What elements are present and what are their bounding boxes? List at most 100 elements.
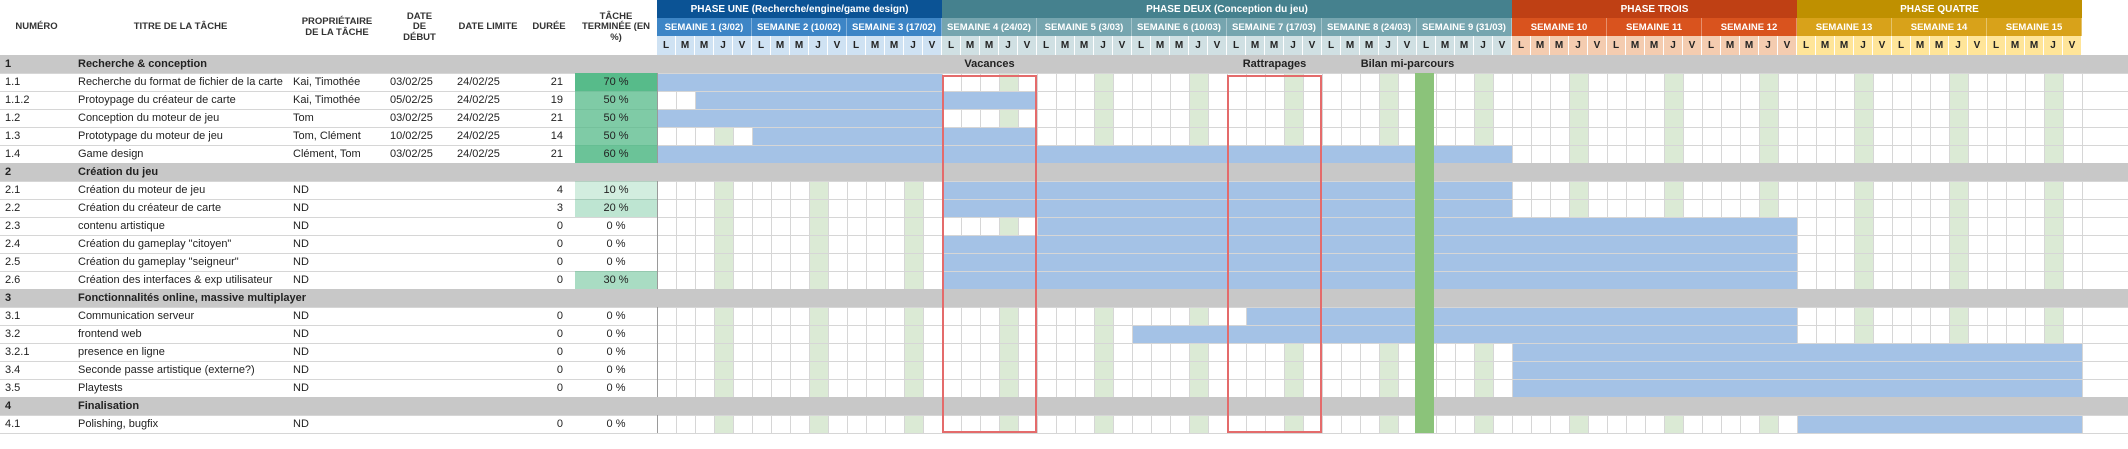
cell-duration[interactable]: 3: [523, 199, 575, 217]
cell-end[interactable]: [453, 379, 523, 397]
cell-title[interactable]: Protoypage du créateur de carte: [73, 91, 288, 109]
cell-duration[interactable]: 0: [523, 253, 575, 271]
header-limite[interactable]: DATE LIMITE: [453, 0, 523, 55]
week-header[interactable]: SEMAINE 3 (17/02): [847, 18, 942, 36]
cell-title[interactable]: Playtests: [73, 379, 288, 397]
cell-end[interactable]: [453, 181, 523, 199]
week-header[interactable]: SEMAINE 6 (10/03): [1132, 18, 1227, 36]
cell-pct[interactable]: 0 %: [575, 325, 657, 343]
cell-pct[interactable]: 50 %: [575, 91, 657, 109]
header-terminee[interactable]: TÂCHE TERMINÉE (EN %): [575, 0, 657, 55]
cell-duration[interactable]: 0: [523, 217, 575, 235]
task-bar[interactable]: [1513, 344, 2082, 361]
cell-title[interactable]: Création des interfaces & exp utilisateu…: [73, 271, 288, 289]
cell-title[interactable]: presence en ligne: [73, 343, 288, 361]
cell-start[interactable]: 05/02/25: [386, 91, 453, 109]
week-header[interactable]: SEMAINE 11: [1607, 18, 1702, 36]
cell-end[interactable]: 24/02/25: [453, 73, 523, 91]
cell-end[interactable]: [453, 271, 523, 289]
cell-end[interactable]: 24/02/25: [453, 109, 523, 127]
cell-owner[interactable]: ND: [288, 181, 386, 199]
cell-pct[interactable]: 0 %: [575, 235, 657, 253]
cell-start[interactable]: [386, 343, 453, 361]
cell-pct[interactable]: 0 %: [575, 361, 657, 379]
cell-title[interactable]: contenu artistique: [73, 217, 288, 235]
header-titre[interactable]: TITRE DE LA TÂCHE: [73, 0, 288, 55]
cell-start[interactable]: [386, 217, 453, 235]
cell-start[interactable]: [386, 181, 453, 199]
cell-duration[interactable]: 0: [523, 307, 575, 325]
task-bar[interactable]: [1513, 362, 2082, 379]
cell-owner[interactable]: ND: [288, 199, 386, 217]
cell-owner[interactable]: ND: [288, 379, 386, 397]
cell-owner[interactable]: Kai, Timothée: [288, 91, 386, 109]
week-header[interactable]: SEMAINE 2 (10/02): [752, 18, 847, 36]
cell-title[interactable]: frontend web: [73, 325, 288, 343]
section-title[interactable]: Finalisation: [73, 397, 657, 415]
cell-owner[interactable]: ND: [288, 235, 386, 253]
cell-title[interactable]: Seconde passe artistique (externe?): [73, 361, 288, 379]
cell-num[interactable]: 1.3: [0, 127, 73, 145]
cell-end[interactable]: 24/02/25: [453, 91, 523, 109]
cell-num[interactable]: 3.5: [0, 379, 73, 397]
cell-start[interactable]: [386, 253, 453, 271]
week-header[interactable]: SEMAINE 7 (17/03): [1227, 18, 1322, 36]
cell-end[interactable]: [453, 253, 523, 271]
cell-owner[interactable]: Tom, Clément: [288, 127, 386, 145]
phase-header[interactable]: PHASE DEUX (Conception du jeu): [942, 0, 1512, 18]
cell-owner[interactable]: ND: [288, 415, 386, 433]
cell-start[interactable]: [386, 415, 453, 433]
cell-start[interactable]: [386, 271, 453, 289]
cell-duration[interactable]: 21: [523, 109, 575, 127]
header-duree[interactable]: DURÉE: [523, 0, 575, 55]
cell-pct[interactable]: 0 %: [575, 217, 657, 235]
cell-pct[interactable]: 0 %: [575, 379, 657, 397]
section-title[interactable]: Fonctionnalités online, massive multipla…: [73, 289, 657, 307]
cell-duration[interactable]: 0: [523, 361, 575, 379]
week-header[interactable]: SEMAINE 10: [1512, 18, 1607, 36]
phase-header[interactable]: PHASE QUATRE: [1797, 0, 2082, 18]
week-header[interactable]: SEMAINE 15: [1987, 18, 2082, 36]
cell-pct[interactable]: 30 %: [575, 271, 657, 289]
cell-num[interactable]: 1.4: [0, 145, 73, 163]
cell-pct[interactable]: 0 %: [575, 343, 657, 361]
task-bar[interactable]: [943, 254, 1797, 271]
cell-start[interactable]: [386, 361, 453, 379]
cell-num[interactable]: 2.5: [0, 253, 73, 271]
cell-start[interactable]: 03/02/25: [386, 109, 453, 127]
task-bar[interactable]: [943, 236, 1797, 253]
cell-end[interactable]: [453, 307, 523, 325]
cell-duration[interactable]: 0: [523, 379, 575, 397]
cell-owner[interactable]: ND: [288, 217, 386, 235]
cell-end[interactable]: [453, 235, 523, 253]
cell-num[interactable]: 3.4: [0, 361, 73, 379]
task-bar[interactable]: [1513, 380, 2082, 397]
cell-num[interactable]: 1.1: [0, 73, 73, 91]
header-debut[interactable]: DATE DE DÉBUT: [386, 0, 453, 55]
cell-num[interactable]: 3.2: [0, 325, 73, 343]
cell-pct[interactable]: 50 %: [575, 127, 657, 145]
cell-owner[interactable]: ND: [288, 361, 386, 379]
cell-num[interactable]: 2.1: [0, 181, 73, 199]
cell-title[interactable]: Création du gameplay "citoyen": [73, 235, 288, 253]
cell-start[interactable]: [386, 379, 453, 397]
cell-start[interactable]: [386, 235, 453, 253]
cell-owner[interactable]: ND: [288, 271, 386, 289]
cell-owner[interactable]: Kai, Timothée: [288, 73, 386, 91]
cell-num[interactable]: 3.2.1: [0, 343, 73, 361]
cell-num[interactable]: 2.6: [0, 271, 73, 289]
cell-owner[interactable]: Clément, Tom: [288, 145, 386, 163]
cell-end[interactable]: [453, 415, 523, 433]
cell-end[interactable]: [453, 361, 523, 379]
cell-num[interactable]: 4.1: [0, 415, 73, 433]
cell-duration[interactable]: 4: [523, 181, 575, 199]
cell-pct[interactable]: 60 %: [575, 145, 657, 163]
cell-start[interactable]: 03/02/25: [386, 145, 453, 163]
cell-num[interactable]: 1.2: [0, 109, 73, 127]
cell-title[interactable]: Polishing, bugfix: [73, 415, 288, 433]
task-bar[interactable]: [658, 74, 942, 91]
cell-end[interactable]: 24/02/25: [453, 127, 523, 145]
week-header[interactable]: SEMAINE 8 (24/03): [1322, 18, 1417, 36]
task-bar[interactable]: [658, 146, 1512, 163]
cell-num[interactable]: 2.2: [0, 199, 73, 217]
